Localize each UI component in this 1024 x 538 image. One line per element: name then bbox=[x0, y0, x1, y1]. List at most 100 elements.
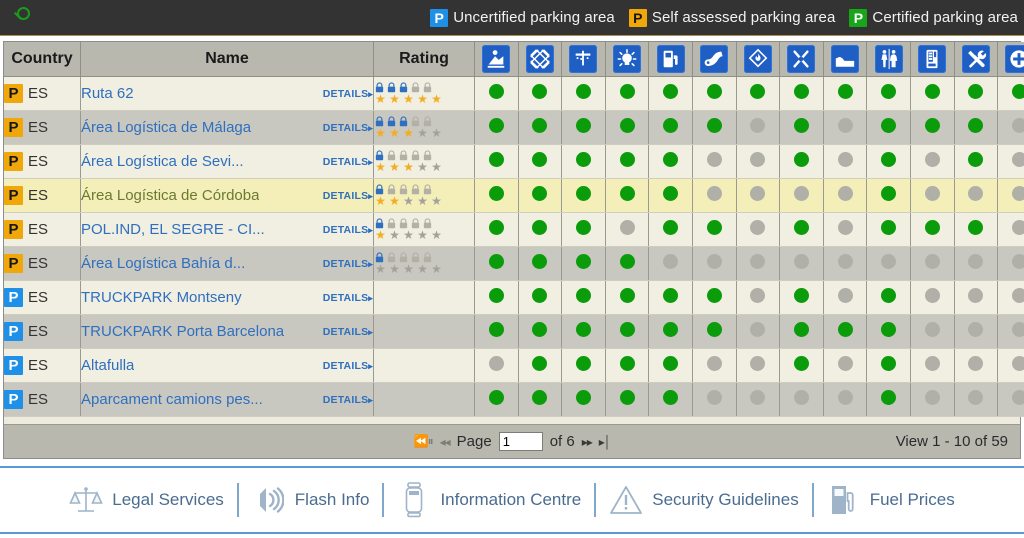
footer-link-warning-triangle[interactable]: Security Guidelines bbox=[596, 482, 811, 518]
page-number-input[interactable] bbox=[499, 432, 543, 451]
details-link[interactable]: DETAILS▸ bbox=[323, 88, 373, 100]
table-row[interactable]: PESÁrea Logística Bahía d...DETAILS▸★★★★… bbox=[4, 247, 1024, 281]
availability-dot bbox=[968, 390, 983, 405]
star-rating: ★★★★★ bbox=[374, 230, 474, 241]
details-link[interactable]: DETAILS▸ bbox=[323, 360, 373, 372]
availability-dot bbox=[620, 322, 635, 337]
cell-fence-grid-icon bbox=[518, 315, 562, 349]
cell-medical-icon bbox=[998, 179, 1024, 213]
parking-area-link[interactable]: Área Logística Bahía d... bbox=[81, 255, 245, 272]
availability-dot bbox=[663, 152, 678, 167]
cell-country: PES bbox=[4, 315, 81, 349]
column-header-country[interactable]: Country bbox=[4, 42, 81, 77]
availability-dot bbox=[707, 186, 722, 201]
cell-shower-icon bbox=[562, 145, 606, 179]
table-row[interactable]: PESPOL.IND, EL SEGRE - CI...DETAILS▸★★★★… bbox=[4, 213, 1024, 247]
cell-shower-icon bbox=[562, 247, 606, 281]
cell-medical-icon bbox=[998, 77, 1024, 111]
details-link[interactable]: DETAILS▸ bbox=[323, 394, 373, 406]
column-header-fire-safety-icon[interactable] bbox=[736, 42, 780, 77]
next-page-button[interactable]: ▸▸ bbox=[582, 435, 592, 449]
cell-toilets-icon bbox=[867, 247, 911, 281]
details-link[interactable]: DETAILS▸ bbox=[323, 258, 373, 270]
details-link[interactable]: DETAILS▸ bbox=[323, 122, 373, 134]
cell-name: POL.IND, EL SEGRE - CI... DETAILS▸ bbox=[81, 213, 374, 247]
column-header-restaurant-icon[interactable] bbox=[780, 42, 824, 77]
table-row[interactable]: PESTRUCKPARK Porta Barcelona DETAILS▸ bbox=[4, 315, 1024, 349]
parking-area-link[interactable]: TRUCKPARK Montseny bbox=[81, 289, 242, 306]
details-link[interactable]: DETAILS▸ bbox=[323, 156, 373, 168]
cell-name: Altafulla DETAILS▸ bbox=[81, 349, 374, 383]
column-header-vending-machine-icon[interactable] bbox=[910, 42, 954, 77]
parking-area-link[interactable]: POL.IND, EL SEGRE - CI... bbox=[81, 221, 265, 238]
column-header-tools-icon[interactable] bbox=[954, 42, 998, 77]
availability-dot bbox=[968, 152, 983, 167]
parking-area-link[interactable]: Área Logística de Sevi... bbox=[81, 153, 244, 170]
cell-electric-plug-icon bbox=[692, 349, 736, 383]
cell-lighting-icon bbox=[605, 145, 649, 179]
legend-label: Uncertified parking area bbox=[453, 9, 615, 26]
broadcast-icon bbox=[252, 482, 286, 518]
parking-area-link[interactable]: Aparcament camions pes... bbox=[81, 391, 263, 408]
prev-page-button[interactable]: ◂◂ bbox=[440, 435, 450, 449]
footer-link-broadcast[interactable]: Flash Info bbox=[239, 482, 383, 518]
details-link[interactable]: DETAILS▸ bbox=[323, 190, 373, 202]
column-header-medical-icon[interactable] bbox=[998, 42, 1024, 77]
parking-area-link[interactable]: Área Logística de Córdoba bbox=[81, 187, 259, 204]
table-row[interactable]: PESÁrea Logística de MálagaDETAILS▸★★★★★ bbox=[4, 111, 1024, 145]
footer-link-scales[interactable]: Legal Services bbox=[56, 482, 237, 518]
cell-security-fence-icon bbox=[475, 145, 519, 179]
availability-dot bbox=[707, 152, 722, 167]
footer-link-fuel-pump[interactable]: Fuel Prices bbox=[814, 482, 968, 518]
details-link[interactable]: DETAILS▸ bbox=[323, 292, 373, 304]
table-row[interactable]: PESAltafullaDETAILS▸ bbox=[4, 349, 1024, 383]
cell-name: Ruta 62 DETAILS▸ bbox=[81, 77, 374, 111]
column-header-rating[interactable]: Rating bbox=[374, 42, 475, 77]
details-link[interactable]: DETAILS▸ bbox=[323, 326, 373, 338]
column-header-name[interactable]: Name bbox=[81, 42, 374, 77]
cell-medical-icon bbox=[998, 213, 1024, 247]
cell-toilets-icon bbox=[867, 77, 911, 111]
first-page-button[interactable]: ⏪⏸ bbox=[414, 434, 433, 449]
parking-area-link[interactable]: Área Logística de Málaga bbox=[81, 119, 251, 136]
column-header-fuel-pump-icon[interactable] bbox=[649, 42, 693, 77]
details-label: DETAILS bbox=[323, 190, 369, 202]
column-header-toilets-icon[interactable] bbox=[867, 42, 911, 77]
table-row[interactable]: PESÁrea Logística de CórdobaDETAILS▸★★★★… bbox=[4, 179, 1024, 213]
details-link[interactable]: DETAILS▸ bbox=[323, 224, 373, 236]
availability-dot bbox=[620, 288, 635, 303]
last-page-button[interactable]: ▸│ bbox=[599, 435, 611, 449]
chevron-right-icon: ▸ bbox=[368, 293, 373, 303]
cell-rating bbox=[374, 281, 475, 315]
column-header-lighting-icon[interactable] bbox=[605, 42, 649, 77]
details-label: DETAILS bbox=[323, 292, 369, 304]
availability-dot bbox=[925, 84, 940, 99]
footer-link-info-pillar[interactable]: Information Centre bbox=[384, 482, 594, 518]
cell-fire-safety-icon bbox=[736, 145, 780, 179]
parking-area-link[interactable]: Ruta 62 bbox=[81, 85, 134, 102]
legend-item-orange: PSelf assessed parking area bbox=[629, 9, 836, 27]
table-row[interactable]: PESTRUCKPARK Montseny DETAILS▸ bbox=[4, 281, 1024, 315]
column-header-shower-icon[interactable] bbox=[562, 42, 606, 77]
cell-restaurant-icon bbox=[780, 247, 824, 281]
availability-dot bbox=[1012, 288, 1024, 303]
table-row[interactable]: PESÁrea Logística de Sevi...DETAILS▸★★★★… bbox=[4, 145, 1024, 179]
parking-area-link[interactable]: Altafulla bbox=[81, 357, 134, 374]
search-button[interactable] bbox=[0, 7, 46, 29]
cell-country: PES bbox=[4, 281, 81, 315]
column-header-electric-plug-icon[interactable] bbox=[692, 42, 736, 77]
column-header-bed-icon[interactable] bbox=[823, 42, 867, 77]
table-row[interactable]: PESRuta 62DETAILS▸★★★★★ bbox=[4, 77, 1024, 111]
column-header-fence-grid-icon[interactable] bbox=[518, 42, 562, 77]
parking-area-link[interactable]: TRUCKPARK Porta Barcelona bbox=[81, 323, 284, 340]
availability-dot bbox=[532, 186, 547, 201]
table-row[interactable]: PESAparcament camions pes...DETAILS▸ bbox=[4, 383, 1024, 417]
column-header-security-fence-icon[interactable] bbox=[475, 42, 519, 77]
search-icon bbox=[12, 7, 34, 29]
availability-dot bbox=[663, 356, 678, 371]
availability-dot bbox=[1012, 322, 1024, 337]
cell-lighting-icon bbox=[605, 247, 649, 281]
table-header: Country Name Rating bbox=[4, 42, 1024, 77]
pagination-bar: ⏪⏸ ◂◂ Page of 6 ▸▸ ▸│ View 1 - 10 of 59 bbox=[4, 424, 1020, 458]
footer-links-bar: Legal ServicesFlash InfoInformation Cent… bbox=[0, 466, 1024, 534]
